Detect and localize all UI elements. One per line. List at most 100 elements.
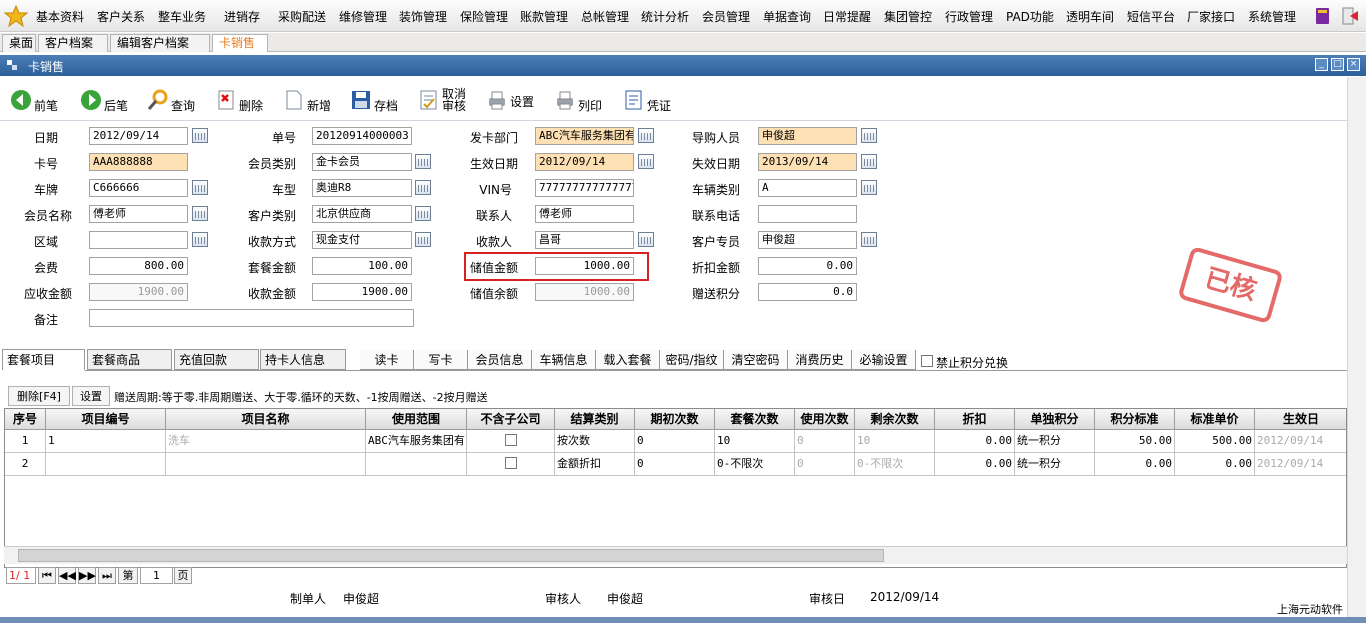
exit-icon[interactable] <box>1340 6 1360 26</box>
member-name-field[interactable]: 傅老师 <box>89 205 188 223</box>
menu-daily-reminder[interactable]: 日常提醒 <box>823 8 871 25</box>
contact-field[interactable]: 傅老师 <box>535 205 634 223</box>
calendar-icon[interactable] <box>861 154 877 169</box>
menu-sms[interactable]: 短信平台 <box>1127 8 1175 25</box>
grid-settings-button[interactable]: 设置 <box>72 386 110 406</box>
menu-customer-relations[interactable]: 客户关系 <box>97 8 145 25</box>
discount-amount-field[interactable]: 0.00 <box>758 257 857 275</box>
col-header[interactable]: 积分标准 <box>1095 409 1175 430</box>
subtab-package-items[interactable]: 套餐项目 <box>2 349 85 370</box>
lookup-icon[interactable] <box>638 232 654 247</box>
clear-password-button[interactable]: 清空密码 <box>724 350 788 370</box>
menu-statistics[interactable]: 统计分析 <box>641 8 689 25</box>
grid-cell[interactable]: 0.00 <box>935 453 1015 476</box>
payment-method-field[interactable]: 现金支付 <box>312 231 412 249</box>
vertical-scrollbar[interactable] <box>1347 77 1366 617</box>
doc-number-field[interactable]: 20120914000003 <box>312 127 412 145</box>
col-header[interactable]: 序号 <box>5 409 46 430</box>
close-button[interactable]: × <box>1347 58 1360 71</box>
grid-cell[interactable]: 0.00 <box>935 430 1015 453</box>
horizontal-scrollbar[interactable] <box>4 546 1347 564</box>
save-button[interactable]: 存档 <box>350 85 398 115</box>
plate-field[interactable]: C666666 <box>89 179 188 197</box>
bonus-points-field[interactable]: 0.0 <box>758 283 857 301</box>
menu-decoration[interactable]: 装饰管理 <box>399 8 447 25</box>
voucher-button[interactable]: 凭证 <box>623 85 671 115</box>
scroll-thumb[interactable] <box>18 549 884 562</box>
menu-insurance[interactable]: 保险管理 <box>460 8 508 25</box>
tab-desktop[interactable]: 桌面 <box>2 34 36 52</box>
delete-row-button[interactable]: 删除[F4] <box>8 386 70 406</box>
vin-field[interactable]: 77777777777777777 <box>535 179 634 197</box>
lookup-icon[interactable] <box>192 180 208 195</box>
next-page-button[interactable]: ▶▶ <box>78 567 96 584</box>
lookup-icon[interactable] <box>861 180 877 195</box>
grid-cell[interactable]: 统一积分 <box>1015 453 1095 476</box>
remark-field[interactable] <box>89 309 414 327</box>
exclude-subsidiary-checkbox[interactable] <box>504 457 517 469</box>
contact-phone-field[interactable] <box>758 205 857 223</box>
car-model-field[interactable]: 奥迪R8 <box>312 179 412 197</box>
delete-button[interactable]: 删除 <box>215 85 263 115</box>
membership-fee-field[interactable]: 800.00 <box>89 257 188 275</box>
menu-purchase[interactable]: 采购配送 <box>278 8 326 25</box>
menu-administration[interactable]: 行政管理 <box>945 8 993 25</box>
issuing-dept-field[interactable]: ABC汽车服务集团有 <box>535 127 634 145</box>
sales-guide-field[interactable]: 申俊超 <box>758 127 857 145</box>
no-points-exchange-checkbox[interactable] <box>921 355 933 367</box>
load-package-button[interactable]: 载入套餐 <box>596 350 660 370</box>
grid-cell[interactable]: 2012/09/14 <box>1255 430 1346 453</box>
grid-cell[interactable]: ABC汽车服务集团有 <box>366 430 467 453</box>
member-info-button[interactable]: 会员信息 <box>468 350 532 370</box>
menu-repair[interactable]: 维修管理 <box>339 8 387 25</box>
effective-date-field[interactable]: 2012/09/14 <box>535 153 634 171</box>
exclude-subsidiary-checkbox[interactable] <box>504 434 517 446</box>
menu-group-control[interactable]: 集团管控 <box>884 8 932 25</box>
account-rep-field[interactable]: 申俊超 <box>758 231 857 249</box>
grid-cell[interactable] <box>46 453 166 476</box>
query-button[interactable]: 查询 <box>147 85 195 115</box>
first-page-button[interactable]: ⏮ <box>38 567 56 584</box>
grid-cell[interactable]: 统一积分 <box>1015 430 1095 453</box>
subtab-package-goods[interactable]: 套餐商品 <box>87 349 172 370</box>
grid-cell[interactable]: 0 <box>635 430 715 453</box>
grid-cell[interactable] <box>467 430 555 453</box>
lookup-icon[interactable] <box>638 128 654 143</box>
col-header[interactable]: 项目编号 <box>46 409 166 430</box>
maximize-button[interactable]: □ <box>1331 58 1344 71</box>
col-header[interactable]: 期初次数 <box>635 409 715 430</box>
grid-cell[interactable]: 按次数 <box>555 430 635 453</box>
new-button[interactable]: 新增 <box>283 85 331 115</box>
vehicle-info-button[interactable]: 车辆信息 <box>532 350 596 370</box>
subtab-recharge[interactable]: 充值回款 <box>174 349 259 370</box>
menu-transparent-workshop[interactable]: 透明车间 <box>1066 8 1114 25</box>
read-card-button[interactable]: 读卡 <box>360 350 414 370</box>
vehicle-class-field[interactable]: A <box>758 179 857 197</box>
col-header[interactable]: 折扣 <box>935 409 1015 430</box>
grid-cell[interactable] <box>166 453 366 476</box>
grid-cell[interactable]: 500.00 <box>1175 430 1255 453</box>
prev-record-button[interactable]: 前笔 <box>10 85 58 115</box>
subtab-cardholder[interactable]: 持卡人信息 <box>260 349 346 370</box>
required-settings-button[interactable]: 必输设置 <box>852 350 916 370</box>
menu-membership[interactable]: 会员管理 <box>702 8 750 25</box>
minimize-button[interactable]: _ <box>1315 58 1328 71</box>
book-icon[interactable] <box>1313 6 1333 26</box>
menu-pad[interactable]: PAD功能 <box>1006 8 1054 25</box>
lookup-icon[interactable] <box>415 154 431 169</box>
card-number-field[interactable]: AAA888888 <box>89 153 188 171</box>
menu-inventory[interactable]: 进销存 <box>224 8 260 25</box>
lookup-icon[interactable] <box>415 180 431 195</box>
write-card-button[interactable]: 写卡 <box>414 350 468 370</box>
lookup-icon[interactable] <box>192 232 208 247</box>
package-amount-field[interactable]: 100.00 <box>312 257 412 275</box>
customer-type-field[interactable]: 北京供应商 <box>312 205 412 223</box>
settings-button[interactable]: 设置 <box>486 85 534 115</box>
grid-cell[interactable]: 洗车 <box>166 430 366 453</box>
col-header[interactable]: 项目名称 <box>166 409 366 430</box>
region-field[interactable] <box>89 231 188 249</box>
lookup-icon[interactable] <box>861 128 877 143</box>
lookup-icon[interactable] <box>861 232 877 247</box>
print-button[interactable]: 列印 <box>554 85 602 115</box>
member-type-field[interactable]: 金卡会员 <box>312 153 412 171</box>
